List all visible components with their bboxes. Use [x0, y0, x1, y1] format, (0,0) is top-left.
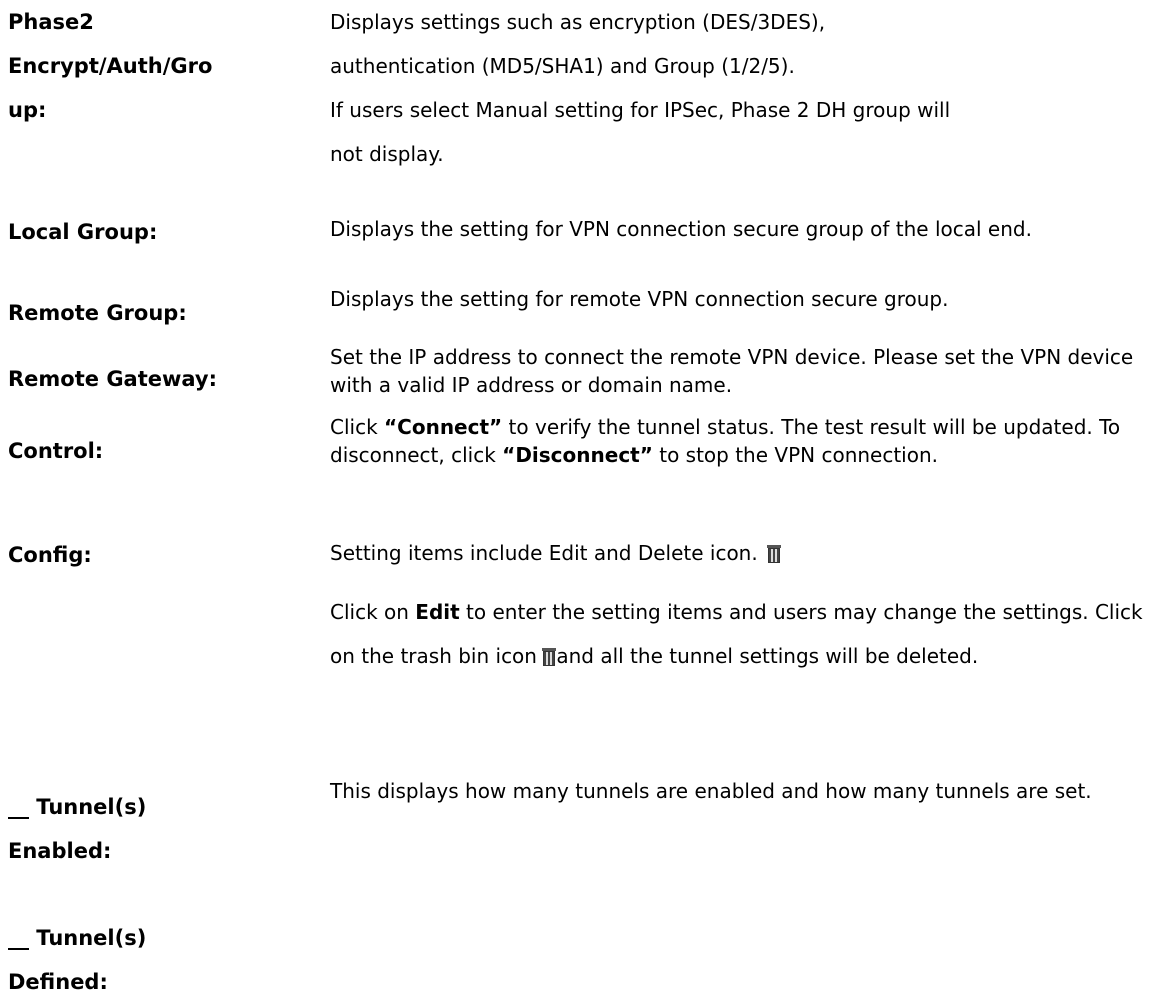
- term-tunnels-enabled: __ Tunnel(s) Enabled:: [8, 785, 308, 873]
- desc-config-1: Setting items include Edit and Delete ic…: [330, 539, 1170, 567]
- desc-local-group: Displays the setting for VPN connection …: [330, 217, 1032, 241]
- desc-line: If users select Manual setting for IPSec…: [330, 98, 951, 122]
- desc-phase2: Displays settings such as encryption (DE…: [330, 0, 1170, 176]
- trash-bin-icon: [542, 648, 557, 666]
- desc-line: authentication (MD5/SHA1) and Group (1/2…: [330, 54, 795, 78]
- control-text-post: to stop the VPN connection.: [652, 443, 939, 467]
- desc-tunnels-enabled: This displays how many tunnels are enabl…: [330, 779, 1092, 803]
- term-control: Control:: [8, 439, 104, 463]
- trash-bin-icon: [766, 545, 781, 563]
- config-text-pre: Click on: [330, 600, 416, 624]
- disconnect-label: “Disconnect”: [502, 443, 653, 467]
- edit-label: Edit: [415, 600, 460, 624]
- term-line: Phase2: [8, 10, 94, 34]
- desc-remote-gateway: Set the IP address to connect the remote…: [330, 345, 1134, 397]
- config-text-1: Setting items include Edit and Delete ic…: [330, 541, 758, 565]
- term-line: up:: [8, 98, 47, 122]
- term-remote-group: Remote Group:: [8, 301, 187, 325]
- term-line: __ Tunnel(s): [8, 795, 147, 819]
- connect-label: “Connect”: [384, 415, 503, 439]
- term-line: Defined:: [8, 970, 108, 994]
- term-phase2: Phase2 Encrypt/Auth/Gro up:: [8, 0, 308, 132]
- desc-line: not display.: [330, 142, 444, 166]
- term-line: __ Tunnel(s): [8, 926, 147, 950]
- control-text-pre: Click: [330, 415, 385, 439]
- term-remote-gateway: Remote Gateway:: [8, 367, 218, 391]
- term-tunnels-defined: __ Tunnel(s) Defined:: [8, 916, 308, 1004]
- desc-config-2: Click on Edit to enter the setting items…: [330, 590, 1170, 678]
- term-config: Config:: [8, 543, 92, 567]
- desc-line: Displays settings such as encryption (DE…: [330, 10, 826, 34]
- config-text-post: and all the tunnel settings will be dele…: [556, 644, 979, 668]
- desc-control: Click “Connect” to verify the tunnel sta…: [330, 413, 1170, 469]
- term-line: Enabled:: [8, 839, 112, 863]
- term-local-group: Local Group:: [8, 220, 158, 244]
- term-line: Encrypt/Auth/Gro: [8, 54, 213, 78]
- desc-remote-group: Displays the setting for remote VPN conn…: [330, 287, 949, 311]
